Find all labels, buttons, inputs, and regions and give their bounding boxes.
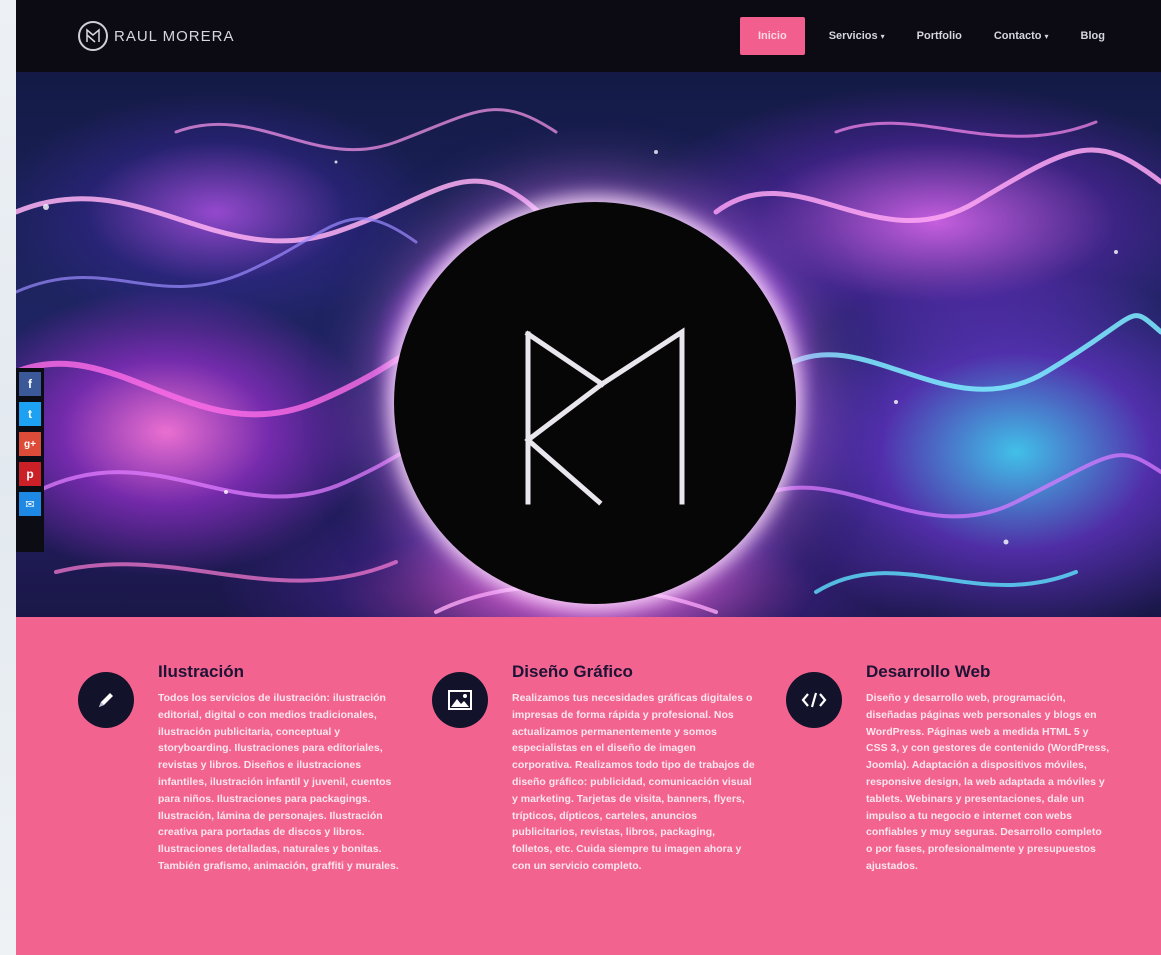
pencil-icon — [78, 672, 134, 728]
page-background — [0, 0, 16, 955]
website: RAUL MORERA Inicio Servicios ▾ Portfolio… — [16, 0, 1161, 955]
social-share-bar: f t g+ p ✉ — [16, 368, 44, 552]
service-title: Diseño Gráfico — [512, 662, 633, 681]
service-description: Diseño y desarrollo web, programación, d… — [866, 692, 1110, 872]
facebook-icon[interactable]: f — [19, 372, 41, 396]
nav-item-inicio[interactable]: Inicio — [739, 17, 805, 55]
nav-item-label: Blog — [1080, 30, 1105, 42]
service-description: Realizamos tus necesidades gráficas digi… — [512, 692, 755, 872]
services-section: Ilustración Todos los servicios de ilust… — [16, 617, 1161, 955]
nav-item-label: Servicios — [828, 30, 878, 42]
share-glyph: ✉ — [25, 498, 35, 511]
logo-text: RAUL MORERA — [114, 27, 235, 45]
twitter-glyph: t — [28, 407, 32, 421]
site-logo[interactable]: RAUL MORERA — [78, 20, 234, 52]
top-navbar: RAUL MORERA Inicio Servicios ▾ Portfolio… — [16, 0, 1161, 72]
main-nav: Inicio Servicios ▾ Portfolio Contacto ▾ … — [739, 17, 1121, 55]
pinterest-glyph: p — [26, 467, 34, 481]
nav-item-label: Inicio — [757, 30, 787, 42]
google-plus-icon[interactable]: g+ — [19, 432, 41, 456]
nav-item-servicios[interactable]: Servicios ▾ — [813, 17, 901, 55]
logo-monogram-icon — [78, 21, 108, 51]
nav-item-blog[interactable]: Blog — [1065, 17, 1121, 55]
nav-item-label: Contacto — [993, 30, 1042, 42]
pinterest-icon[interactable]: p — [19, 462, 41, 486]
service-title: Ilustración — [158, 662, 244, 681]
share-icon[interactable]: ✉ — [19, 492, 41, 516]
hero-banner — [16, 72, 1161, 617]
chevron-down-icon: ▾ — [880, 31, 885, 41]
nav-item-contacto[interactable]: Contacto ▾ — [978, 17, 1065, 55]
nav-item-portfolio[interactable]: Portfolio — [901, 17, 978, 55]
service-title: Desarrollo Web — [866, 662, 991, 681]
twitter-icon[interactable]: t — [19, 402, 41, 426]
image-icon — [432, 672, 488, 728]
facebook-glyph: f — [28, 377, 32, 391]
rm-monogram-icon — [524, 327, 685, 506]
chevron-down-icon: ▾ — [1044, 31, 1049, 41]
hero-monogram-circle — [394, 202, 796, 604]
code-icon — [786, 672, 842, 728]
nav-item-label: Portfolio — [916, 30, 962, 42]
google-plus-glyph: g+ — [24, 438, 36, 450]
service-description: Todos los servicios de ilustración: ilus… — [158, 692, 399, 872]
